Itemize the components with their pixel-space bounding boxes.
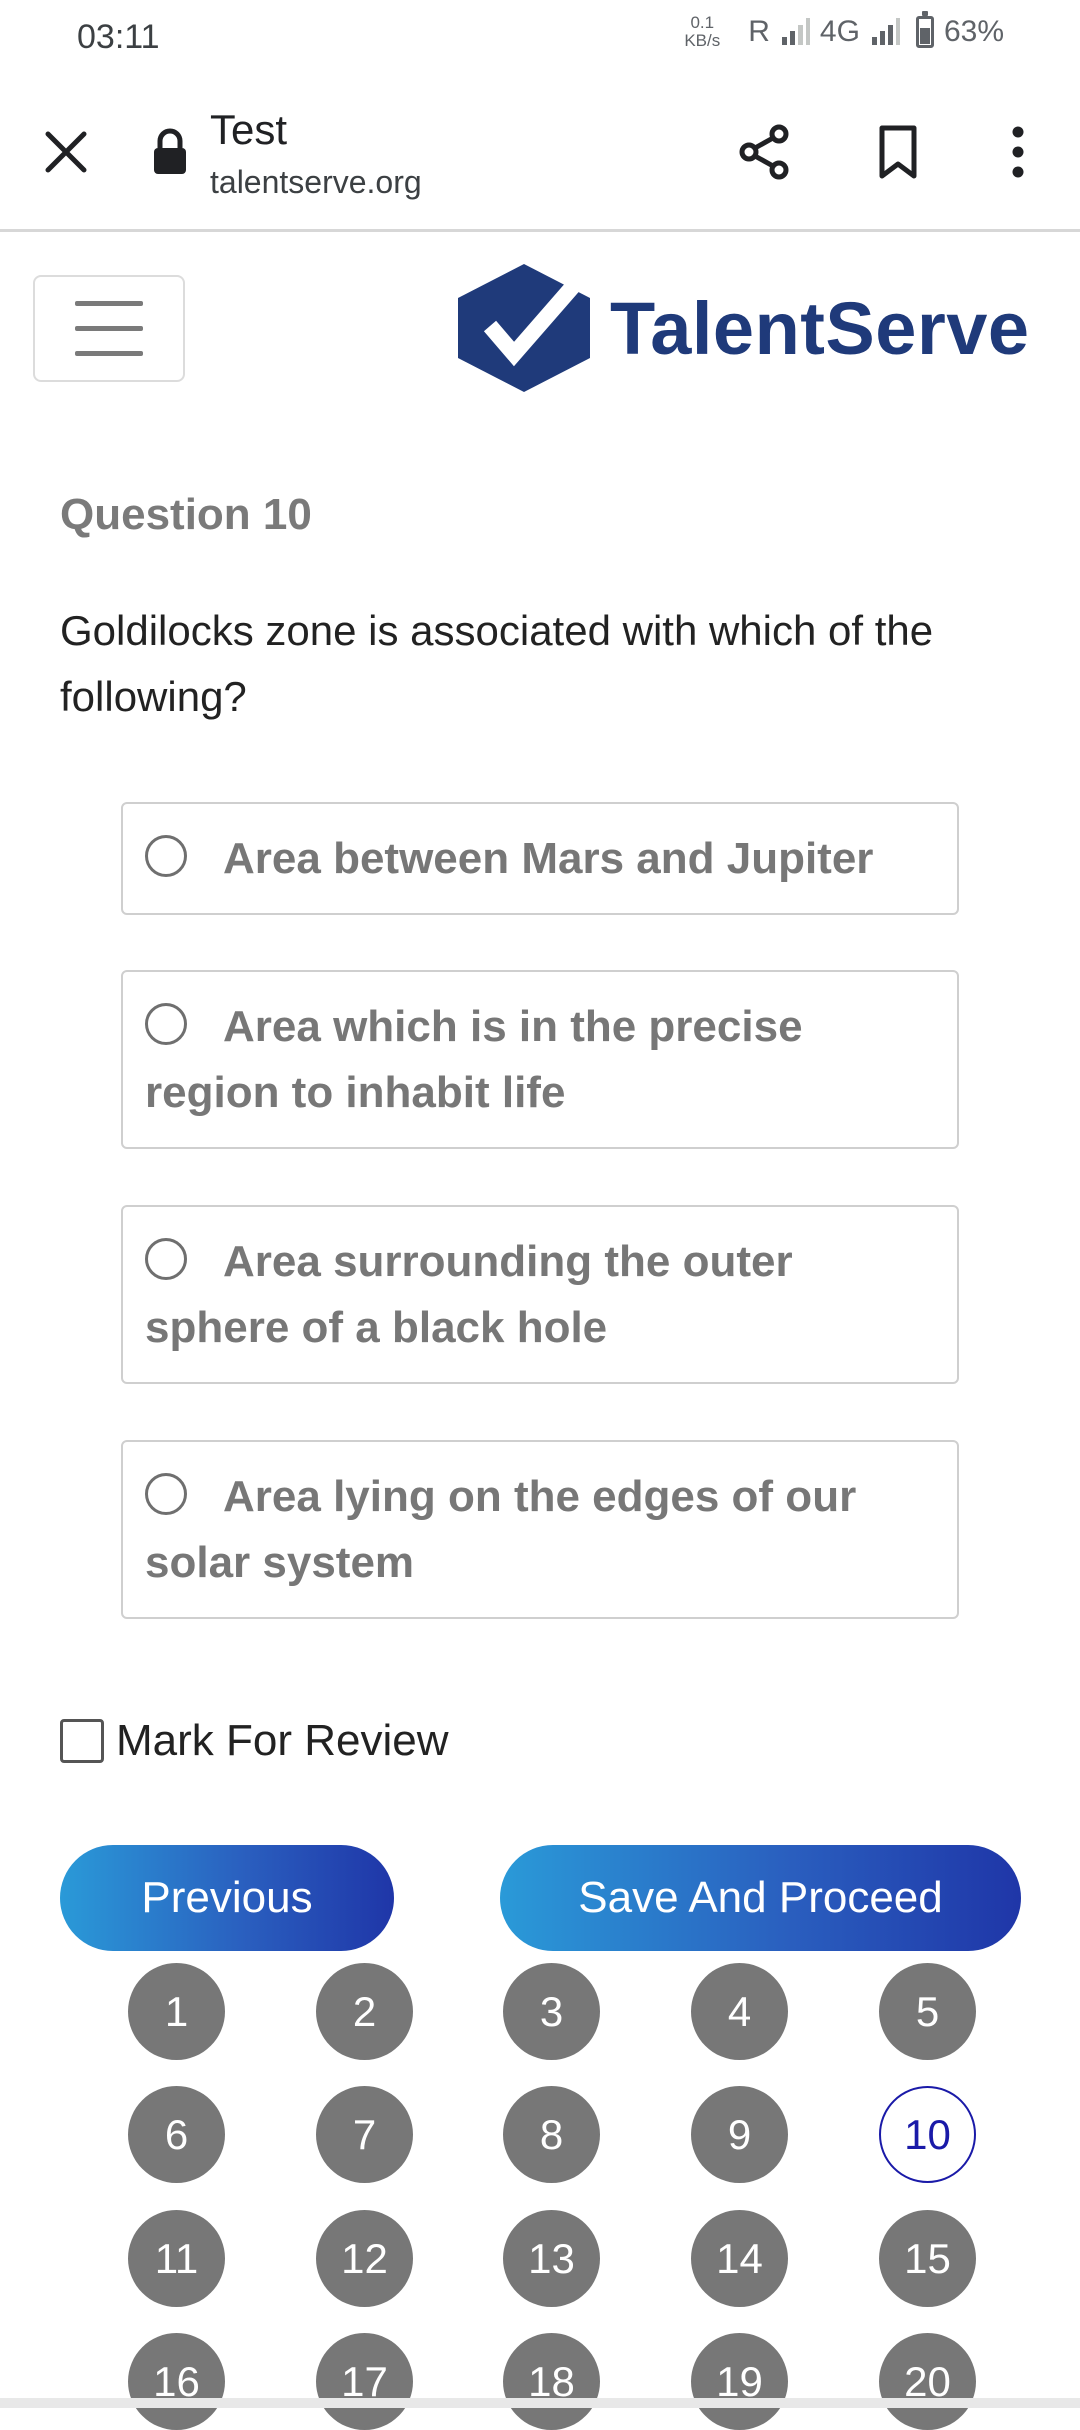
signal-icon-2 xyxy=(870,17,900,47)
palette-item-7[interactable]: 7 xyxy=(316,2086,413,2183)
status-time: 03:11 xyxy=(77,18,160,56)
palette-item-11[interactable]: 11 xyxy=(128,2210,225,2307)
logo-check-icon xyxy=(458,264,590,392)
option-4[interactable]: Area lying on the edges of our solar sys… xyxy=(121,1440,959,1619)
palette-item-1[interactable]: 1 xyxy=(128,1963,225,2060)
palette-item-13[interactable]: 13 xyxy=(503,2210,600,2307)
network-speed: 0.1 KB/s xyxy=(684,14,720,50)
share-icon[interactable] xyxy=(735,122,795,182)
page-url[interactable]: talentserve.org xyxy=(210,164,422,201)
lock-icon[interactable] xyxy=(150,128,190,178)
network-speed-value: 0.1 xyxy=(690,13,715,32)
navigation-bar-edge xyxy=(0,2398,1080,2408)
close-icon[interactable] xyxy=(36,122,96,182)
status-icons: 0.1 KB/s R 4G 63% xyxy=(684,11,1004,50)
palette-item-20[interactable]: 20 xyxy=(879,2333,976,2430)
palette-item-5[interactable]: 5 xyxy=(879,1963,976,2060)
radio-button-icon[interactable] xyxy=(145,1238,187,1280)
palette-item-19[interactable]: 19 xyxy=(691,2333,788,2430)
palette-item-4[interactable]: 4 xyxy=(691,1963,788,2060)
palette-item-10-current[interactable]: 10 xyxy=(879,2086,976,2183)
option-3[interactable]: Area surrounding the outer sphere of a b… xyxy=(121,1205,959,1384)
page-title: Test xyxy=(210,106,288,153)
save-and-proceed-button[interactable]: Save And Proceed xyxy=(500,1845,1021,1951)
site-logo[interactable]: TalentServe xyxy=(450,262,1030,394)
battery-icon xyxy=(915,11,934,48)
radio-button-icon[interactable] xyxy=(145,1003,187,1045)
previous-button[interactable]: Previous xyxy=(60,1845,394,1951)
review-label: Mark For Review xyxy=(116,1716,449,1765)
option-label: Area which is in the precise region to i… xyxy=(145,1002,803,1117)
radio-button-icon[interactable] xyxy=(145,1473,187,1515)
option-label: Area lying on the edges of our solar sys… xyxy=(145,1472,857,1587)
radio-button-icon[interactable] xyxy=(145,835,187,877)
signal-icon xyxy=(780,17,810,47)
palette-item-2[interactable]: 2 xyxy=(316,1963,413,2060)
more-vert-icon[interactable] xyxy=(988,122,1048,182)
option-label: Area surrounding the outer sphere of a b… xyxy=(145,1237,793,1352)
palette-item-18[interactable]: 18 xyxy=(503,2333,600,2430)
question-number: Question 10 xyxy=(60,490,312,539)
browser-toolbar: Test talentserve.org xyxy=(0,78,1080,232)
palette-item-16[interactable]: 16 xyxy=(128,2333,225,2430)
palette-item-3[interactable]: 3 xyxy=(503,1963,600,2060)
mark-for-review[interactable]: Mark For Review xyxy=(60,1716,449,1766)
palette-item-9[interactable]: 9 xyxy=(691,2086,788,2183)
network-speed-unit: KB/s xyxy=(684,31,721,50)
question-text: Goldilocks zone is associated with which… xyxy=(60,607,934,720)
logo-text: TalentServe xyxy=(610,286,1030,370)
palette-item-12[interactable]: 12 xyxy=(316,2210,413,2307)
roaming-indicator: R xyxy=(748,15,770,48)
network-type: 4G xyxy=(819,15,860,48)
option-1[interactable]: Area between Mars and Jupiter xyxy=(121,802,959,915)
palette-item-8[interactable]: 8 xyxy=(503,2086,600,2183)
bookmark-icon[interactable] xyxy=(868,122,928,182)
review-checkbox[interactable] xyxy=(60,1719,104,1763)
option-label: Area between Mars and Jupiter xyxy=(223,834,874,883)
option-2[interactable]: Area which is in the precise region to i… xyxy=(121,970,959,1149)
status-bar: 03:11 0.1 KB/s R 4G 63% xyxy=(0,0,1080,78)
battery-level: 63% xyxy=(943,15,1004,48)
palette-item-17[interactable]: 17 xyxy=(316,2333,413,2430)
palette-item-15[interactable]: 15 xyxy=(879,2210,976,2307)
palette-item-14[interactable]: 14 xyxy=(691,2210,788,2307)
hamburger-icon[interactable] xyxy=(33,275,185,382)
palette-item-6[interactable]: 6 xyxy=(128,2086,225,2183)
